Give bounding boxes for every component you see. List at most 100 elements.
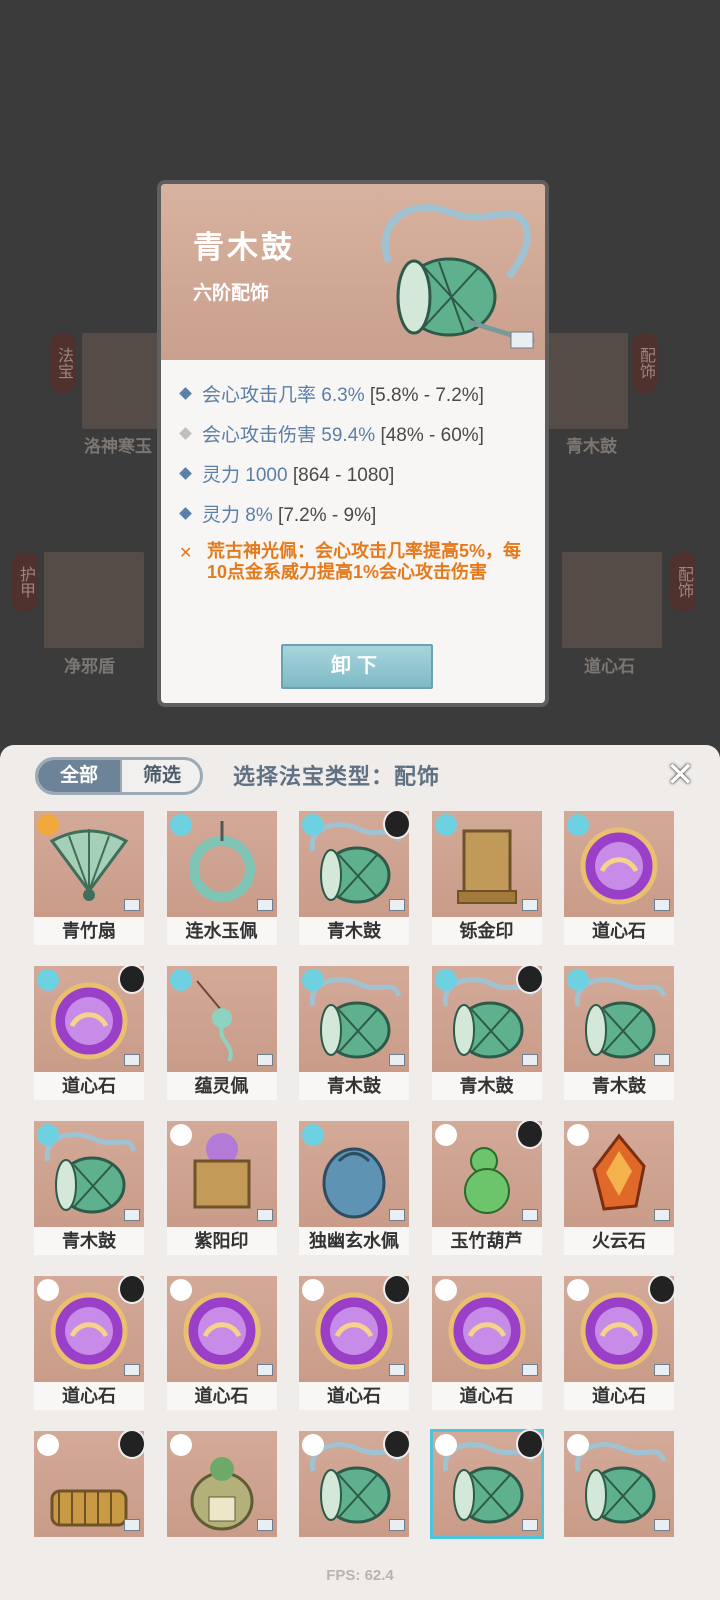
element-icon	[302, 1124, 324, 1146]
character-avatar	[118, 1429, 146, 1459]
element-icon	[302, 814, 324, 836]
character-avatar	[515, 1429, 544, 1459]
slot-label: 道心石	[584, 657, 635, 676]
slot-label: 青木鼓	[566, 437, 617, 456]
character-avatar	[383, 1429, 411, 1459]
equipment-slot	[548, 333, 628, 429]
item-card[interactable]: 道心石	[564, 1274, 676, 1410]
tag-icon	[521, 1519, 538, 1531]
item-name: 蕴灵佩	[166, 1072, 277, 1100]
stat-crit-rate: 会心攻击几率 6.3% [5.8% - 7.2%]	[179, 380, 484, 407]
slot-tag: 护甲	[12, 552, 38, 612]
item-card[interactable]: 道心石	[299, 1274, 411, 1410]
element-icon	[434, 814, 457, 836]
panel-title: 选择法宝类型：配饰	[233, 764, 441, 789]
tag-icon	[389, 1054, 405, 1066]
item-card[interactable]	[166, 1431, 277, 1565]
stat-range: [48% - 60%]	[380, 425, 484, 446]
item-card[interactable]: 道心石	[166, 1276, 277, 1410]
drum-icon	[381, 204, 535, 349]
item-card[interactable]: 独幽玄水佩	[299, 1121, 409, 1255]
element-icon	[169, 1124, 192, 1146]
item-name: 道心石	[431, 1382, 542, 1410]
element-icon	[302, 1434, 324, 1456]
character-avatar	[648, 1274, 676, 1304]
item-name: 玉竹葫芦	[431, 1227, 542, 1255]
tag-icon	[124, 899, 140, 911]
character-avatar	[515, 1119, 544, 1149]
tag-icon	[124, 1054, 140, 1066]
stat-range: [5.8% - 7.2%]	[369, 385, 484, 406]
character-avatar	[515, 964, 544, 994]
item-name: 独幽玄水佩	[299, 1227, 409, 1255]
unequip-button[interactable]: 卸下	[281, 644, 433, 689]
item-card[interactable]	[299, 1429, 411, 1565]
tag-icon	[256, 1054, 273, 1066]
item-name: 道心石	[299, 1382, 409, 1410]
item-card[interactable]: 连水玉佩	[166, 811, 277, 945]
tag-icon	[389, 899, 405, 911]
stat-range: [7.2% - 9%]	[278, 505, 377, 526]
item-card[interactable]: 道心石	[34, 964, 146, 1100]
item-name: 青木鼓	[299, 917, 409, 945]
element-icon	[567, 1279, 589, 1301]
stat-spirit-percent: 灵力 8% [7.2% - 9%]	[179, 500, 377, 527]
tag-icon	[389, 1519, 405, 1531]
item-card[interactable]: 紫阳印	[166, 1121, 277, 1255]
item-name: 铄金印	[431, 917, 542, 945]
card-header: 青木鼓 六阶配饰	[161, 184, 545, 360]
item-name: 青木鼓	[564, 1072, 674, 1100]
tag-icon	[521, 1364, 538, 1376]
tab-all[interactable]: 全部	[38, 760, 120, 792]
character-avatar	[383, 1274, 411, 1304]
element-icon	[302, 969, 324, 991]
element-icon	[434, 969, 457, 991]
item-card[interactable]	[429, 1429, 544, 1565]
diamond-icon	[179, 507, 192, 521]
item-name: 道心石	[166, 1382, 277, 1410]
item-card[interactable]: 铄金印	[431, 811, 542, 945]
item-card[interactable]: 道心石	[34, 1274, 146, 1410]
tag-icon	[654, 899, 670, 911]
item-card[interactable]: 玉竹葫芦	[431, 1119, 544, 1255]
stat-range: [864 - 1080]	[292, 465, 395, 486]
filter-segment: 全部 筛选	[35, 757, 203, 795]
tag-icon	[256, 899, 273, 911]
tag-icon	[521, 1054, 538, 1066]
item-card[interactable]: 青竹扇	[34, 811, 144, 945]
element-icon	[169, 1279, 192, 1301]
item-card[interactable]	[34, 1429, 146, 1565]
item-card[interactable]: 青木鼓	[34, 1121, 144, 1255]
tag-icon	[521, 899, 538, 911]
item-card[interactable]: 蕴灵佩	[166, 966, 277, 1100]
slot-tag: 配饰	[670, 552, 696, 612]
item-card[interactable]: 道心石	[431, 1276, 542, 1410]
item-grade: 六阶配饰	[193, 283, 270, 304]
tag-icon	[256, 1209, 273, 1221]
item-name: 火云石	[564, 1227, 674, 1255]
tag-icon	[389, 1209, 405, 1221]
special-effect: ✕ 荒古神光佩：会心攻击几率提高5%，每10点金系威力提高1%会心攻击伤害	[179, 541, 522, 582]
element-icon	[567, 814, 589, 836]
close-icon[interactable]: ✕	[666, 755, 695, 795]
tab-filter[interactable]: 筛选	[120, 760, 200, 792]
element-icon	[37, 1124, 59, 1146]
tag-icon	[389, 1364, 405, 1376]
item-detail-card: 青木鼓 六阶配饰 会心攻击几率 6.3% [5.8% - 7.2%] 会心攻击伤…	[157, 180, 549, 707]
item-card[interactable]: 道心石	[564, 811, 674, 945]
tag-icon	[654, 1519, 670, 1531]
item-card[interactable]: 青木鼓	[299, 809, 411, 945]
item-name: 连水玉佩	[166, 917, 277, 945]
tag-icon	[124, 1364, 140, 1376]
item-name: 道心石	[564, 917, 674, 945]
tag-icon	[256, 1364, 273, 1376]
item-card[interactable]: 青木鼓	[564, 966, 674, 1100]
item-card[interactable]: 火云石	[564, 1121, 674, 1255]
item-card[interactable]: 青木鼓	[299, 966, 409, 1100]
item-card[interactable]	[564, 1431, 674, 1565]
slot-tag: 配饰	[632, 333, 658, 393]
tag-icon	[654, 1209, 670, 1221]
tag-icon	[654, 1054, 670, 1066]
element-icon	[37, 1279, 59, 1301]
item-card[interactable]: 青木鼓	[431, 964, 544, 1100]
